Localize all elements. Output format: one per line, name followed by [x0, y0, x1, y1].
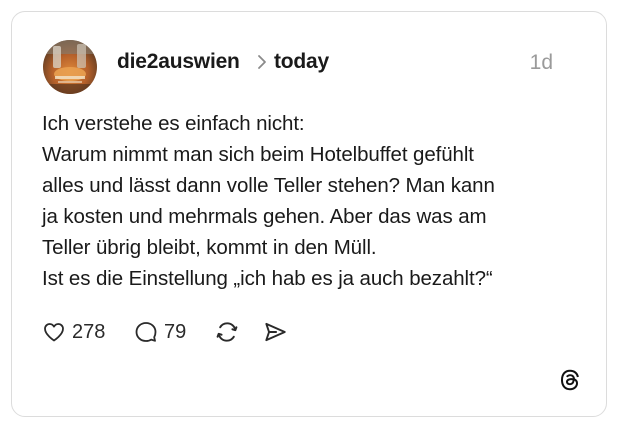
threads-logo-icon — [561, 369, 579, 391]
reply-count: 79 — [164, 320, 187, 343]
topic-tag[interactable]: today — [274, 49, 329, 75]
repost-button[interactable] — [214, 317, 240, 347]
post-text-line: Ich verstehe es einfach nicht: — [42, 112, 305, 135]
post-card: die2auswien today 1d Ich verstehe es ein… — [11, 11, 607, 417]
post-text-line: Teller übrig bleibt, kommt in den Müll. — [42, 236, 377, 259]
post-text-line: ja kosten und mehrmals gehen. Aber das w… — [42, 205, 487, 228]
avatar[interactable] — [43, 40, 97, 94]
reply-button[interactable]: 79 — [134, 317, 186, 347]
like-button[interactable]: 278 — [42, 317, 105, 347]
post-timestamp: 1d — [529, 51, 553, 74]
chevron-right-icon — [258, 55, 266, 69]
post-text-line: Ist es die Einstellung „ich hab es ja au… — [42, 267, 493, 290]
author-username[interactable]: die2auswien — [117, 49, 240, 75]
post-text: Ich verstehe es einfach nicht: Warum nim… — [42, 108, 582, 294]
post-text-line: Warum nimmt man sich beim Hotelbuffet ge… — [42, 143, 474, 166]
send-icon — [265, 322, 286, 342]
comment-icon — [135, 322, 157, 342]
like-count: 278 — [72, 320, 106, 343]
repost-icon — [216, 322, 238, 342]
post-text-line: alles und lässt dann volle Teller stehen… — [42, 174, 495, 197]
share-button[interactable] — [262, 317, 288, 347]
heart-icon — [44, 323, 64, 342]
